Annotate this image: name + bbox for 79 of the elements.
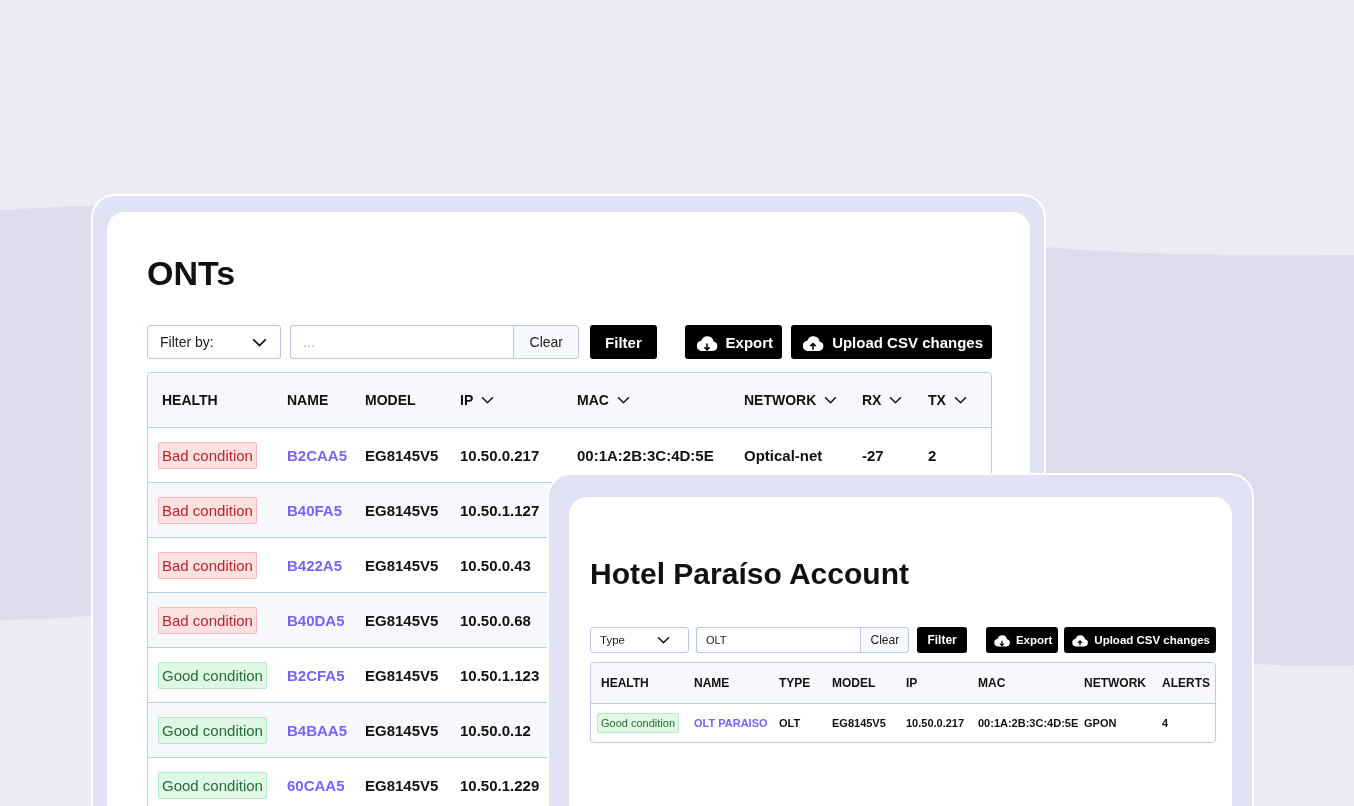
cloud-upload-icon — [1070, 632, 1091, 648]
table-cell-text: EG8145V5 — [832, 717, 887, 729]
table-cell-text: 4 — [1162, 717, 1170, 729]
filter-dropdown[interactable]: Filter by: — [147, 325, 282, 359]
table-cell-text: 10.50.0.217 — [460, 446, 541, 464]
filter-dropdown[interactable]: Type — [590, 627, 689, 653]
page-title: Hotel Paraíso Account — [590, 557, 910, 591]
upload-button[interactable]: Upload CSV changes — [1064, 627, 1216, 653]
chevron-down-icon — [889, 396, 903, 404]
health-badge: Good condition — [158, 771, 267, 799]
chevron-down-icon — [953, 396, 967, 404]
device-link[interactable]: B2CFA5 — [287, 666, 365, 684]
cloud-download-icon — [991, 632, 1012, 648]
column-header: NETWORK — [1084, 676, 1147, 690]
device-link[interactable]: B40FA5 — [287, 501, 365, 519]
table-cell-text: OLT — [779, 717, 802, 729]
column-header: NAME — [287, 392, 330, 408]
column-header: ALERTS — [1162, 676, 1211, 690]
column-header: MAC — [978, 676, 1007, 690]
table-cell-text: EG8145V5 — [365, 721, 440, 739]
chevron-down-icon — [616, 396, 630, 404]
clear-button[interactable]: Clear — [860, 627, 910, 653]
column-header[interactable]: NETWORK — [744, 392, 862, 408]
chevron-down-icon — [252, 337, 268, 347]
table-cell-text: EG8145V5 — [365, 501, 440, 519]
table-cell-text: 10.50.0.217 — [906, 717, 966, 729]
table-cell-text: EG8145V5 — [365, 611, 440, 629]
table-cell-text: 10.50.1.127 — [460, 501, 541, 519]
device-link[interactable]: B4BAA5 — [287, 721, 365, 739]
table-cell-text: 10.50.0.68 — [460, 611, 532, 629]
table-cell-text: 10.50.0.43 — [460, 556, 532, 574]
table-cell-text: EG8145V5 — [365, 666, 440, 684]
table-cell-text: EG8145V5 — [365, 556, 440, 574]
export-button[interactable]: Export — [985, 627, 1059, 653]
table-cell-text: -27 — [862, 446, 885, 464]
table-cell-text: 00:1A:2B:3C:4D:5E — [577, 446, 715, 464]
health-badge: Bad condition — [158, 606, 257, 634]
table-cell-text: EG8145V5 — [365, 776, 440, 794]
column-header[interactable]: RX — [862, 392, 928, 408]
column-header: MODEL — [365, 392, 417, 408]
table-cell-text: 00:1A:2B:3C:4D:5E — [978, 717, 1080, 729]
table-cell-text: Optical-net — [744, 446, 824, 464]
chevron-down-icon — [824, 396, 838, 404]
upload-button[interactable]: Upload CSV changes — [791, 325, 992, 359]
health-badge: Good condition — [597, 713, 679, 733]
column-header[interactable]: TX — [928, 392, 991, 408]
column-header: MODEL — [832, 676, 877, 690]
device-link[interactable]: B422A5 — [287, 556, 365, 574]
table-cell-text: 10.50.1.229 — [460, 776, 541, 794]
column-header: IP — [906, 676, 919, 690]
column-header: HEALTH — [601, 676, 650, 690]
filter-button[interactable]: Filter — [590, 325, 657, 359]
health-badge: Bad condition — [158, 551, 257, 579]
column-header: NAME — [694, 676, 731, 690]
column-header[interactable]: MAC — [577, 392, 744, 408]
health-badge: Bad condition — [158, 496, 257, 524]
table-cell-text: 2 — [928, 446, 938, 464]
device-link[interactable]: B40DA5 — [287, 611, 365, 629]
export-button[interactable]: Export — [684, 325, 783, 359]
page-title: ONTs — [147, 254, 237, 293]
chevron-down-icon — [656, 636, 670, 644]
search-field[interactable]: ... — [290, 325, 514, 359]
search-field[interactable]: OLT — [695, 627, 861, 653]
health-badge: Good condition — [158, 716, 267, 744]
clear-button[interactable]: Clear — [513, 325, 580, 359]
filter-button[interactable]: Filter — [917, 627, 967, 653]
table-cell-text: 10.50.1.123 — [460, 666, 541, 684]
column-header: HEALTH — [162, 392, 219, 408]
device-link[interactable]: B2CAA5 — [287, 446, 365, 464]
device-link[interactable]: 60CAA5 — [287, 776, 365, 794]
column-header: TYPE — [779, 676, 812, 690]
health-badge: Bad condition — [158, 441, 257, 469]
table-cell-text: 10.50.0.12 — [460, 721, 532, 739]
table-cell-text: GPON — [1084, 717, 1118, 729]
column-header[interactable]: IP — [460, 392, 577, 408]
chevron-down-icon — [481, 396, 495, 404]
table-cell-text: EG8145V5 — [365, 446, 440, 464]
health-badge: Good condition — [158, 661, 267, 689]
device-link[interactable]: OLT PARAISO — [694, 717, 779, 729]
